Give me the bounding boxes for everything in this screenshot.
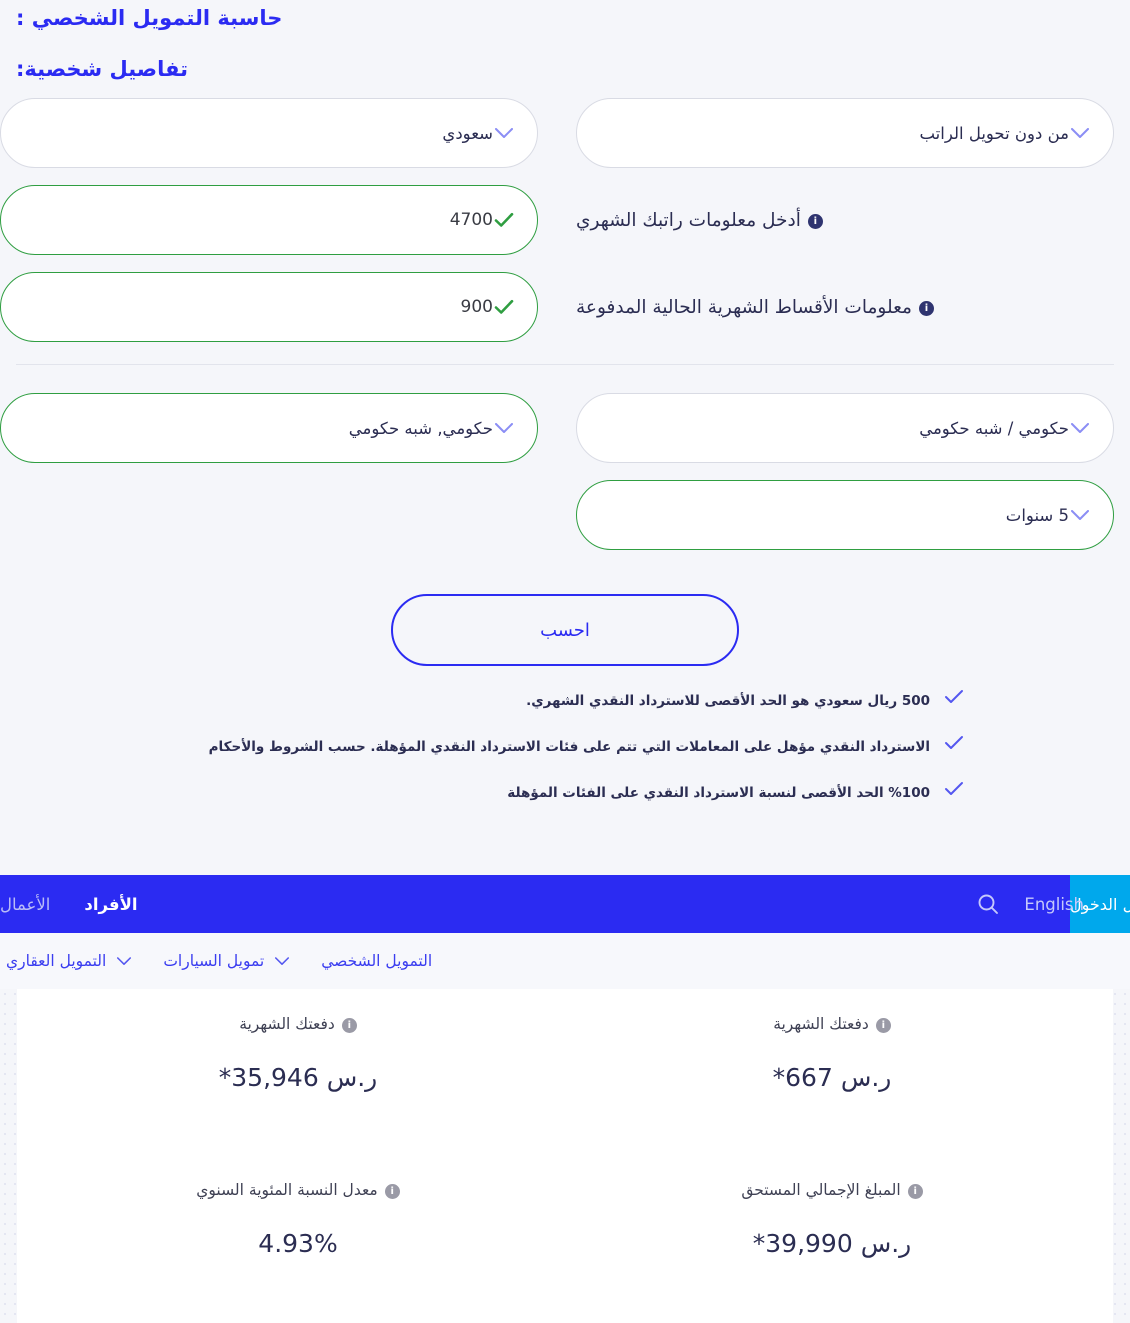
result-label: المبلغ الإجمالي المستحق i — [741, 1181, 923, 1199]
note-text: الاسترداد النقدي مؤهل على المعاملات التي… — [208, 739, 930, 755]
result-label: دفعتك الشهرية i — [773, 1015, 891, 1033]
installments-input-wrapper[interactable] — [0, 272, 538, 342]
form-row-1: من دون تحويل الراتب سعودي — [0, 98, 1114, 168]
sector-value: حكومي / شبه حكومي — [919, 418, 1069, 438]
result-value: ر.س 39,990* — [752, 1229, 912, 1258]
info-icon[interactable]: i — [918, 300, 934, 316]
subnav-label: التمويل العقاري — [6, 952, 107, 970]
nav-tab-business[interactable]: الأعمال — [0, 895, 50, 914]
form-row-3: معلومات الأقساط الشهرية الحالية المدفوعة… — [0, 272, 1114, 342]
chevron-down-icon — [1069, 417, 1091, 439]
result-cell-finance-amount: دفعتك الشهرية i ر.س 35,946* — [31, 1007, 565, 1173]
search-icon[interactable] — [974, 890, 1002, 918]
subnav-label: التمويل الشخصي — [321, 952, 433, 970]
tenure-dropdown[interactable]: 5 سنوات — [576, 480, 1114, 550]
col-left-empty — [0, 480, 538, 550]
result-label-text: المبلغ الإجمالي المستحق — [741, 1181, 901, 1199]
secondary-navbar: التمويل الشخصي تمويل السيارات التمويل ال… — [0, 933, 1130, 989]
info-icon[interactable]: i — [384, 1183, 400, 1199]
tenure-value: 5 سنوات — [1005, 505, 1069, 525]
employer-value: حكومي, شبه حكومي — [348, 418, 493, 438]
result-label: معدل النسبة المئوية السنوي i — [196, 1181, 400, 1199]
installments-label-text: معلومات الأقساط الشهرية الحالية المدفوعة — [576, 296, 912, 318]
salary-input-wrapper[interactable] — [0, 185, 538, 255]
col-right: أدخل معلومات راتبك الشهري i — [576, 185, 1114, 255]
info-icon[interactable]: i — [341, 1017, 357, 1033]
list-item: 500 ريال سعودي هو الحد الأقصى للاسترداد … — [166, 689, 964, 712]
subnav-item-auto-finance[interactable]: تمويل السيارات — [163, 950, 293, 972]
col-right: من دون تحويل الراتب — [576, 98, 1114, 168]
sector-dropdown[interactable]: حكومي / شبه حكومي — [576, 393, 1114, 463]
col-left — [0, 272, 538, 342]
salary-field-label: أدخل معلومات راتبك الشهري i — [576, 185, 1114, 255]
chevron-down-icon — [1069, 122, 1091, 144]
col-right: حكومي / شبه حكومي — [576, 393, 1114, 463]
info-icon[interactable]: i — [807, 213, 823, 229]
list-item: %100 الحد الأقصى لنسبة الاسترداد النقدي … — [166, 781, 964, 804]
col-right: 5 سنوات — [576, 480, 1114, 550]
section-divider — [16, 364, 1114, 365]
result-label-text: دفعتك الشهرية — [239, 1015, 335, 1033]
results-grid: دفعتك الشهرية i ر.س 667* دفعتك الشهرية i… — [17, 1007, 1113, 1323]
nav-tab-individuals[interactable]: الأفراد — [84, 895, 137, 914]
employer-dropdown[interactable]: حكومي, شبه حكومي — [0, 393, 538, 463]
nav-utilities: English — [974, 875, 1084, 933]
salary-input[interactable] — [23, 210, 493, 230]
col-right: معلومات الأقساط الشهرية الحالية المدفوعة… — [576, 272, 1114, 342]
section-title-personal-details: تفاصيل شخصية: — [16, 57, 188, 81]
list-item: الاسترداد النقدي مؤهل على المعاملات التي… — [166, 735, 964, 758]
nationality-value: سعودي — [442, 123, 493, 143]
chevron-down-icon — [1069, 504, 1091, 526]
subnav-item-real-estate-finance[interactable]: التمويل العقاري — [6, 950, 135, 972]
result-cell-apr: معدل النسبة المئوية السنوي i 4.93% — [31, 1173, 565, 1323]
check-icon — [944, 689, 964, 709]
nationality-dropdown[interactable]: سعودي — [0, 98, 538, 168]
chevron-down-icon — [271, 950, 293, 972]
info-icon[interactable]: i — [875, 1017, 891, 1033]
info-icon[interactable]: i — [907, 1183, 923, 1199]
result-label-text: معدل النسبة المئوية السنوي — [196, 1181, 378, 1199]
check-icon — [493, 209, 515, 231]
col-left: سعودي — [0, 98, 538, 168]
note-text: %100 الحد الأقصى لنسبة الاسترداد النقدي … — [507, 785, 930, 801]
salary-transfer-value: من دون تحويل الراتب — [919, 123, 1069, 143]
check-icon — [493, 296, 515, 318]
main-navbar: الأفراد الأعمال English تسجيل الدخول — [0, 875, 1130, 933]
language-toggle[interactable]: English — [1024, 895, 1084, 914]
page-title: حاسبة التمويل الشخصي : — [16, 6, 283, 30]
note-text: 500 ريال سعودي هو الحد الأقصى للاسترداد … — [526, 693, 930, 709]
personal-finance-calculator: حاسبة التمويل الشخصي : تفاصيل شخصية: من … — [0, 0, 1130, 880]
form-row-5: 5 سنوات — [16, 480, 1114, 550]
salary-label-text: أدخل معلومات راتبك الشهري — [576, 209, 801, 231]
result-label: دفعتك الشهرية i — [239, 1015, 357, 1033]
result-value: ر.س 35,946* — [218, 1063, 378, 1092]
subnav-item-personal-finance[interactable]: التمويل الشخصي — [321, 952, 432, 970]
result-cell-monthly-payment: دفعتك الشهرية i ر.س 667* — [565, 1007, 1099, 1173]
col-left — [0, 185, 538, 255]
result-cell-total-due: المبلغ الإجمالي المستحق i ر.س 39,990* — [565, 1173, 1099, 1323]
col-left: حكومي, شبه حكومي — [0, 393, 538, 463]
check-icon — [944, 735, 964, 755]
chevron-down-icon — [493, 417, 515, 439]
result-value: 4.93% — [258, 1229, 338, 1258]
calculate-button[interactable]: احسب — [391, 594, 739, 666]
calculate-button-container: احسب — [16, 594, 1114, 666]
check-icon — [944, 781, 964, 801]
salary-transfer-dropdown[interactable]: من دون تحويل الراتب — [576, 98, 1114, 168]
installments-input[interactable] — [23, 297, 493, 317]
notes-list: 500 ريال سعودي هو الحد الأقصى للاسترداد … — [16, 689, 1114, 804]
results-card: دفعتك الشهرية i ر.س 667* دفعتك الشهرية i… — [17, 989, 1113, 1323]
result-label-text: دفعتك الشهرية — [773, 1015, 869, 1033]
chevron-down-icon — [493, 122, 515, 144]
form-row-4: حكومي / شبه حكومي حكومي, شبه حكومي — [0, 393, 1114, 463]
subnav-label: تمويل السيارات — [163, 952, 265, 970]
subnav-items: التمويل الشخصي تمويل السيارات التمويل ال… — [0, 933, 432, 989]
chevron-down-icon — [113, 950, 135, 972]
installments-field-label: معلومات الأقساط الشهرية الحالية المدفوعة… — [576, 272, 1114, 342]
nav-tabs: الأفراد الأعمال — [0, 875, 138, 933]
form-row-2: أدخل معلومات راتبك الشهري i — [0, 185, 1114, 255]
result-value: ر.س 667* — [772, 1063, 892, 1092]
